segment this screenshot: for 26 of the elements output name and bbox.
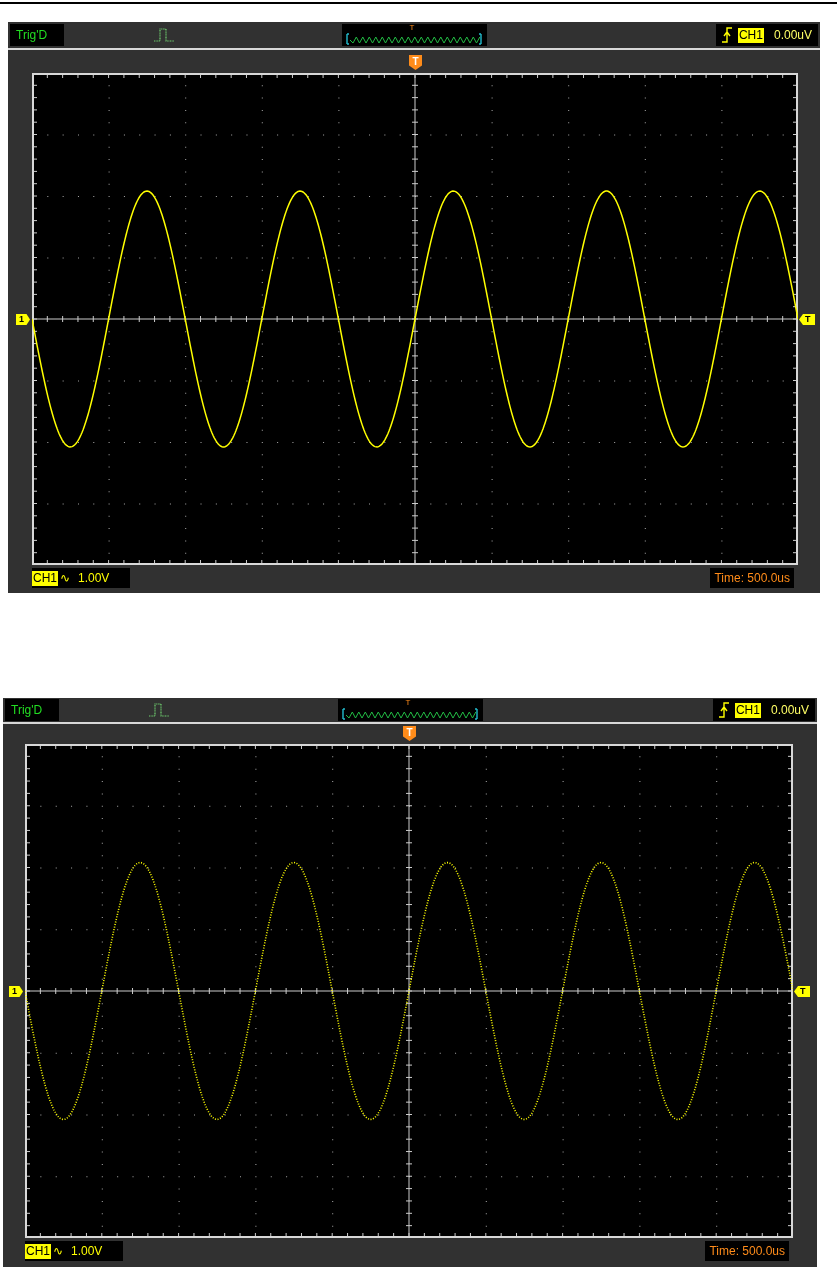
trigger-status: Trig'D [5,699,59,721]
channel-label: CH1 [25,1243,51,1259]
volts-per-division: 1.00V [78,570,110,587]
pulse-icon [154,28,174,42]
rising-edge-icon [718,702,729,718]
rising-edge-icon [721,27,732,43]
trigger-marker: T [403,726,416,741]
pulse-icon [149,703,169,717]
trigger-level: 0.00uV [773,27,812,44]
channel-label: CH1 [734,702,761,718]
timebase-readout: Time: 500.0us [705,1241,789,1261]
trigger-level: 0.00uV [770,702,809,719]
volts-per-division: 1.00V [71,1243,103,1260]
channel-label: CH1 [32,570,58,586]
trigger-level-marker: T [799,314,815,325]
trigger-position-marker: T [405,698,411,708]
coupling-symbol: ∿ [60,570,70,587]
trigger-level-marker: T [794,986,810,997]
channel-label: CH1 [737,27,764,43]
channel-marker: 1 [9,986,23,997]
timebase-readout: Time: 500.0us [710,568,794,588]
trigger-status: Trig'D [10,24,64,46]
channel-marker: 1 [16,314,30,325]
trigger-position-marker: T [409,23,415,33]
coupling-symbol: ∿ [53,1243,63,1260]
trigger-marker: T [409,55,422,70]
